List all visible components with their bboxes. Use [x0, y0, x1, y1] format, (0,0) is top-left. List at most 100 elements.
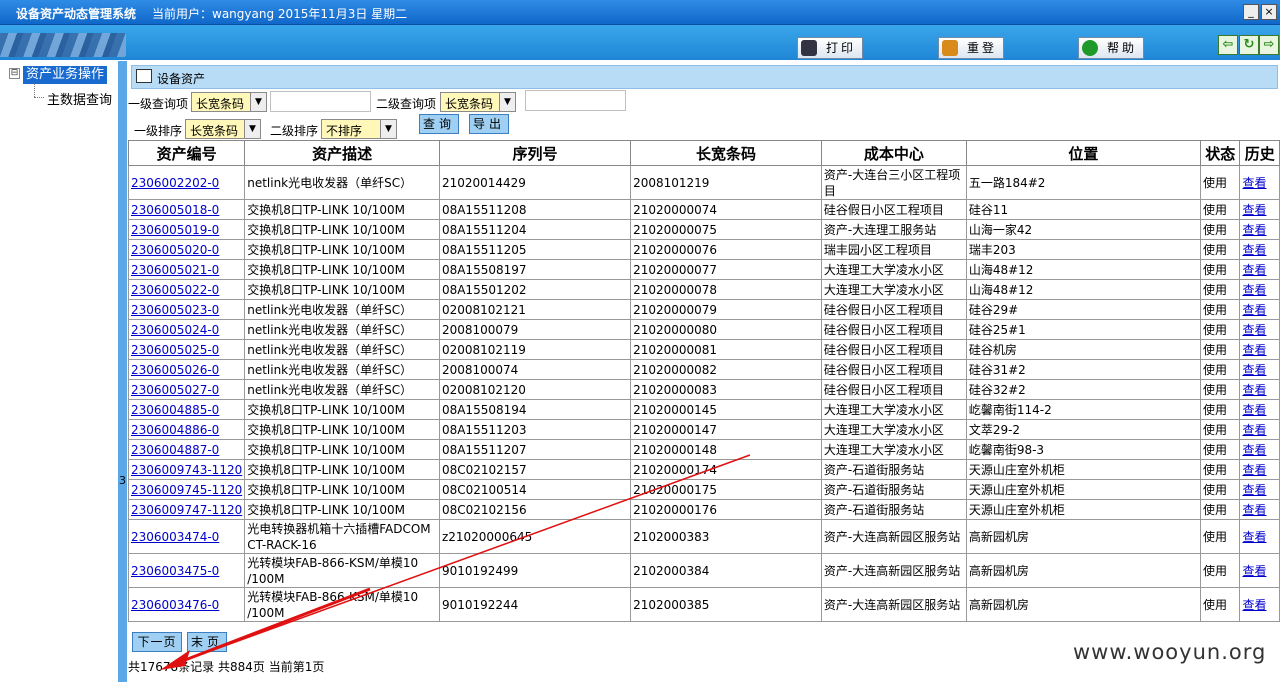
tree-connector	[34, 83, 36, 97]
asset-id-link[interactable]: 2306004886-0	[131, 423, 219, 437]
view-history-link[interactable]: 查看	[1242, 243, 1266, 257]
cell-cost-center: 硅谷假日小区工程项目	[820, 199, 967, 220]
view-history-link[interactable]: 查看	[1242, 176, 1266, 190]
cell-barcode: 21020000074	[630, 199, 822, 220]
asset-id-link[interactable]: 2306009745-1120	[131, 483, 242, 497]
view-history-link[interactable]: 查看	[1242, 564, 1266, 578]
next-page-button[interactable]: 下一页	[132, 632, 182, 652]
asset-id-link[interactable]: 2306005026-0	[131, 363, 219, 377]
level1-sort-value: 长宽条码	[190, 124, 239, 138]
asset-id-link[interactable]: 2306005020-0	[131, 243, 219, 257]
relogin-button[interactable]: 重登	[938, 37, 1004, 59]
section-title: 设备资产	[157, 72, 206, 86]
asset-id-link[interactable]: 2306004885-0	[131, 403, 219, 417]
users-icon	[942, 40, 958, 56]
view-history-link[interactable]: 查看	[1242, 343, 1266, 357]
view-history-link[interactable]: 查看	[1242, 363, 1266, 377]
asset-id-link[interactable]: 2306002202-0	[131, 176, 219, 190]
asset-id-link[interactable]: 2306005023-0	[131, 303, 219, 317]
last-page-button[interactable]: 末页	[187, 632, 227, 652]
level2-query-input[interactable]	[525, 90, 626, 111]
help-button[interactable]: 帮助	[1078, 37, 1144, 59]
cell-status: 使用	[1200, 419, 1241, 440]
view-history-link[interactable]: 查看	[1242, 483, 1266, 497]
col-header-description[interactable]: 资产描述	[244, 140, 440, 166]
cell-cost-center: 硅谷假日小区工程项目	[820, 359, 967, 380]
view-history-link[interactable]: 查看	[1242, 503, 1266, 517]
asset-id-link[interactable]: 2306005027-0	[131, 383, 219, 397]
col-header-cost-center[interactable]: 成本中心	[820, 140, 967, 166]
view-history-link[interactable]: 查看	[1242, 443, 1266, 457]
asset-id-link[interactable]: 2306005025-0	[131, 343, 219, 357]
cell-description: netlink光电收发器（单纤SC）	[244, 379, 440, 400]
cell-history: 查看	[1239, 239, 1280, 260]
close-button[interactable]: ×	[1261, 4, 1277, 20]
tree-collapse-icon[interactable]: ⊟	[9, 68, 20, 79]
asset-id-link[interactable]: 2306005018-0	[131, 203, 219, 217]
asset-id-link[interactable]: 2306009743-1120	[131, 463, 242, 477]
asset-id-link[interactable]: 2306003476-0	[131, 598, 219, 612]
table-row: 2306004885-0 交换机8口TP-LINK 10/100M 08A15508…	[127, 399, 1280, 420]
view-history-link[interactable]: 查看	[1242, 403, 1266, 417]
view-history-link[interactable]: 查看	[1242, 203, 1266, 217]
level1-query-select[interactable]: 长宽条码 ▼	[191, 92, 267, 112]
level1-query-input[interactable]	[270, 91, 371, 112]
refresh-icon[interactable]: ↻	[1239, 35, 1259, 55]
tree-item-master-data-query[interactable]: 主数据查询	[47, 89, 112, 108]
view-history-link[interactable]: 查看	[1242, 303, 1266, 317]
cell-cost-center: 瑞丰园小区工程项目	[820, 239, 967, 260]
back-icon[interactable]: ⇦	[1218, 35, 1238, 55]
asset-id-link[interactable]: 2306005022-0	[131, 283, 219, 297]
view-history-link[interactable]: 查看	[1242, 283, 1266, 297]
view-history-link[interactable]: 查看	[1242, 223, 1266, 237]
cell-location: 天源山庄室外机柜	[965, 459, 1202, 480]
view-history-link[interactable]: 查看	[1242, 530, 1266, 544]
view-history-link[interactable]: 查看	[1242, 598, 1266, 612]
asset-id-link[interactable]: 2306003474-0	[131, 530, 219, 544]
table-row: 2306005026-0 netlink光电收发器（单纤SC） 2008100074…	[127, 359, 1280, 380]
view-history-link[interactable]: 查看	[1242, 323, 1266, 337]
query-button[interactable]: 查询	[419, 114, 459, 134]
print-button[interactable]: 打印	[797, 37, 863, 59]
asset-id-link[interactable]: 2306005019-0	[131, 223, 219, 237]
cell-history: 查看	[1239, 459, 1280, 480]
export-button[interactable]: 导出	[469, 114, 509, 134]
level2-query-select[interactable]: 长宽条码 ▼	[440, 92, 516, 112]
cell-serial: 9010192499	[438, 553, 632, 588]
cell-location: 高新园机房	[965, 587, 1202, 622]
view-history-link[interactable]: 查看	[1242, 383, 1266, 397]
cell-asset-id: 2306005024-0	[127, 319, 246, 340]
minimize-button[interactable]: _	[1243, 4, 1259, 20]
forward-icon[interactable]: ⇨	[1259, 35, 1279, 55]
col-header-location[interactable]: 位置	[965, 140, 1202, 166]
table-row: 2306005024-0 netlink光电收发器（单纤SC） 2008100079…	[127, 319, 1280, 340]
view-history-link[interactable]: 查看	[1242, 263, 1266, 277]
asset-id-link[interactable]: 2306003475-0	[131, 564, 219, 578]
col-header-asset-id[interactable]: 资产编号	[127, 140, 246, 166]
cell-asset-id: 2306003475-0	[127, 553, 246, 588]
tree-root-asset-operations[interactable]: 资产业务操作	[23, 66, 108, 84]
col-header-serial[interactable]: 序列号	[438, 140, 632, 166]
asset-id-link[interactable]: 2306005024-0	[131, 323, 219, 337]
view-history-link[interactable]: 查看	[1242, 423, 1266, 437]
pagination-info: 共17678条记录 共884页 当前第1页	[128, 660, 325, 674]
chevron-down-icon: ▼	[244, 120, 260, 138]
cell-asset-id: 2306005022-0	[127, 279, 246, 300]
asset-id-link[interactable]: 2306005021-0	[131, 263, 219, 277]
col-header-barcode[interactable]: 长宽条码	[630, 140, 822, 166]
cell-asset-id: 2306005027-0	[127, 379, 246, 400]
cell-serial: 08A15511205	[438, 239, 632, 260]
cell-location: 硅谷11	[965, 199, 1202, 220]
cell-serial: z21020000645	[438, 519, 632, 554]
cell-asset-id: 2306003474-0	[127, 519, 246, 554]
level1-sort-select[interactable]: 长宽条码 ▼	[185, 119, 261, 139]
pane-splitter[interactable]: 3	[118, 61, 127, 682]
level2-sort-select[interactable]: 不排序 ▼	[321, 119, 397, 139]
col-header-status[interactable]: 状态	[1200, 140, 1241, 166]
cell-location: 高新园机房	[965, 519, 1202, 554]
cell-asset-id: 2306004886-0	[127, 419, 246, 440]
asset-id-link[interactable]: 2306004887-0	[131, 443, 219, 457]
col-header-history[interactable]: 历史	[1239, 140, 1280, 166]
asset-id-link[interactable]: 2306009747-1120	[131, 503, 242, 517]
view-history-link[interactable]: 查看	[1242, 463, 1266, 477]
